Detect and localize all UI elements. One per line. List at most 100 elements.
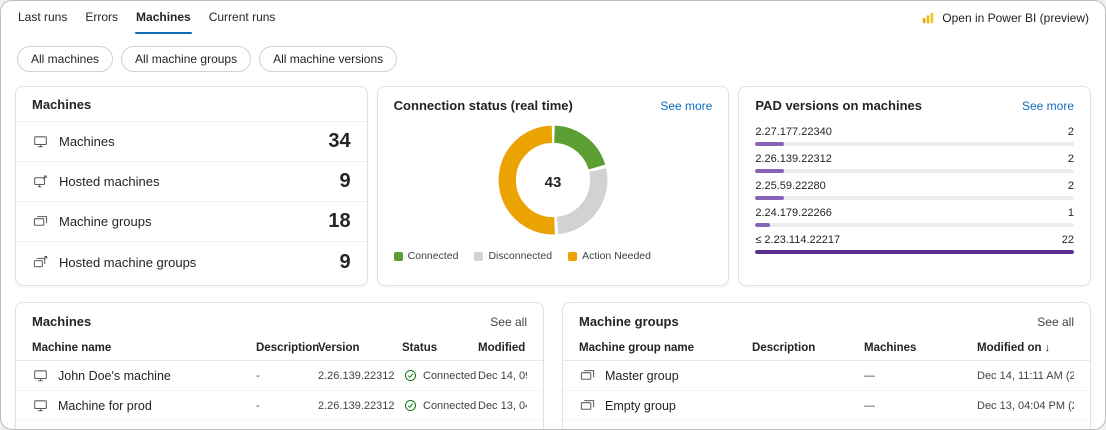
pad-version-label: 2.27.177.22340 bbox=[755, 126, 831, 138]
group-modified-on: Dec 14, 11:11 AM (2 h ago) bbox=[977, 370, 1074, 382]
machine-version: 2.26.139.22312 bbox=[318, 370, 402, 382]
table-row[interactable]: Master group — Dec 14, 11:11 AM (2 h ago… bbox=[563, 361, 1090, 391]
machine-group-icon bbox=[32, 214, 48, 229]
pad-version-count: 2 bbox=[1068, 126, 1074, 138]
machine-description: - bbox=[256, 400, 318, 412]
connection-legend: Connected Disconnected Action Needed bbox=[378, 246, 729, 262]
filter-bar: All machines All machine groups All mach… bbox=[1, 35, 1105, 76]
connection-donut-chart: 43 bbox=[492, 119, 614, 246]
column-header-description[interactable]: Description bbox=[752, 342, 864, 354]
summary-label: Machines bbox=[59, 134, 317, 149]
filter-all-machine-groups[interactable]: All machine groups bbox=[121, 46, 251, 72]
pad-version-row: 2.24.179.22266 1 bbox=[755, 207, 1074, 227]
open-in-power-bi-link[interactable]: Open in Power BI (preview) bbox=[920, 11, 1089, 25]
machines-see-all-link[interactable]: See all bbox=[490, 315, 527, 329]
legend-label: Action Needed bbox=[582, 250, 651, 262]
column-header-label: Modified on bbox=[977, 342, 1042, 354]
machine-status: Connected bbox=[402, 369, 478, 382]
pad-see-more-link[interactable]: See more bbox=[1022, 99, 1074, 113]
pad-version-count: 22 bbox=[1062, 234, 1074, 246]
connection-status-title: Connection status (real time) bbox=[394, 98, 573, 113]
pad-version-label: ≤ 2.23.114.22217 bbox=[755, 234, 840, 246]
machine-version: 2.26.139.22312 bbox=[318, 400, 402, 412]
column-header-modified-on[interactable]: Modified on↓ bbox=[478, 342, 527, 354]
cards-row: Machines Machines 34 Hosted machines 9 bbox=[1, 76, 1105, 286]
column-header-description[interactable]: Description bbox=[256, 342, 318, 354]
machine-name: John Doe's machine bbox=[58, 369, 171, 383]
donut-total-label: 43 bbox=[492, 119, 614, 246]
machine-icon bbox=[32, 134, 48, 149]
table-row[interactable]: Machine for prod - 2.26.139.22312 Connec… bbox=[16, 391, 543, 421]
column-header-machine-name[interactable]: Machine name bbox=[32, 342, 256, 354]
summary-value: 18 bbox=[328, 210, 350, 233]
machine-description: - bbox=[256, 370, 318, 382]
machines-table-card: Machines See all Machine name Descriptio… bbox=[15, 302, 544, 430]
tab-current-runs[interactable]: Current runs bbox=[200, 1, 285, 35]
summary-row-hosted-machine-groups: Hosted machine groups 9 bbox=[16, 242, 367, 282]
summary-label: Hosted machines bbox=[59, 174, 329, 189]
column-header-machine-group-name[interactable]: Machine group name bbox=[579, 342, 752, 354]
machine-groups-table-card: Machine groups See all Machine group nam… bbox=[562, 302, 1091, 430]
column-header-machines[interactable]: Machines bbox=[864, 342, 977, 354]
tab-errors[interactable]: Errors bbox=[76, 1, 127, 35]
tab-machines[interactable]: Machines bbox=[127, 1, 200, 35]
connected-check-icon bbox=[402, 369, 418, 382]
machine-group-icon bbox=[579, 368, 595, 383]
pad-bar-track bbox=[755, 250, 1074, 254]
filter-all-machine-versions[interactable]: All machine versions bbox=[259, 46, 397, 72]
group-machines-count: — bbox=[864, 400, 977, 412]
machine-status: Connected bbox=[402, 399, 478, 412]
pad-bar bbox=[755, 250, 1074, 254]
summary-row-hosted-machines: Hosted machines 9 bbox=[16, 162, 367, 202]
machine-groups-see-all-link[interactable]: See all bbox=[1037, 315, 1074, 329]
pad-versions-card: PAD versions on machines See more 2.27.1… bbox=[738, 86, 1091, 286]
hosted-machine-icon bbox=[32, 174, 48, 189]
pad-bar-track bbox=[755, 169, 1074, 173]
summary-row-machine-groups: Machine groups 18 bbox=[16, 202, 367, 242]
pad-bar-track bbox=[755, 142, 1074, 146]
tables-row: Machines See all Machine name Descriptio… bbox=[1, 286, 1105, 430]
machine-modified-on: Dec 14, 09:56 AM (4 bbox=[478, 370, 527, 382]
legend-swatch-connected bbox=[394, 252, 403, 261]
connection-see-more-link[interactable]: See more bbox=[660, 99, 712, 113]
pad-bar-track bbox=[755, 223, 1074, 227]
status-label: Connected bbox=[423, 400, 476, 412]
sort-descending-icon: ↓ bbox=[1045, 342, 1051, 354]
machine-icon bbox=[32, 398, 48, 413]
pad-bar bbox=[755, 142, 784, 146]
column-header-status[interactable]: Status bbox=[402, 342, 478, 354]
pad-version-count: 1 bbox=[1068, 207, 1074, 219]
machine-group-name: Empty group bbox=[605, 399, 676, 413]
table-row[interactable]: Empty group — Dec 13, 04:04 PM (22 h ago… bbox=[563, 391, 1090, 421]
machine-icon bbox=[32, 368, 48, 383]
summary-value: 9 bbox=[340, 170, 351, 193]
machine-group-icon bbox=[579, 398, 595, 413]
connected-check-icon bbox=[402, 399, 418, 412]
pad-version-row: ≤ 2.23.114.22217 22 bbox=[755, 234, 1074, 254]
summary-label: Hosted machine groups bbox=[59, 255, 329, 270]
machine-group-name: Master group bbox=[605, 369, 679, 383]
machine-groups-table-title: Machine groups bbox=[579, 314, 679, 329]
legend-item-action-needed: Action Needed bbox=[568, 250, 651, 262]
legend-item-connected: Connected bbox=[394, 250, 459, 262]
pad-bar bbox=[755, 223, 769, 227]
machines-summary-title: Machines bbox=[16, 87, 367, 122]
summary-value: 9 bbox=[340, 251, 351, 274]
machines-table-title: Machines bbox=[32, 314, 91, 329]
summary-label: Machine groups bbox=[59, 214, 317, 229]
machine-groups-table-header: Machine group name Description Machines … bbox=[563, 335, 1090, 361]
pad-version-count: 2 bbox=[1068, 180, 1074, 192]
status-label: Connected bbox=[423, 370, 476, 382]
tab-last-runs[interactable]: Last runs bbox=[9, 1, 76, 35]
column-header-version[interactable]: Version bbox=[318, 342, 402, 354]
legend-swatch-disconnected bbox=[474, 252, 483, 261]
summary-row-machines: Machines 34 bbox=[16, 122, 367, 162]
pad-version-label: 2.25.59.22280 bbox=[755, 180, 825, 192]
tab-bar: Last runs Errors Machines Current runs O… bbox=[1, 1, 1105, 35]
pad-version-label: 2.26.139.22312 bbox=[755, 153, 831, 165]
machines-table-header: Machine name Description Version Status … bbox=[16, 335, 543, 361]
column-header-modified-on[interactable]: Modified on↓ bbox=[977, 342, 1074, 354]
table-row[interactable]: John Doe's machine - 2.26.139.22312 Conn… bbox=[16, 361, 543, 391]
filter-all-machines[interactable]: All machines bbox=[17, 46, 113, 72]
machine-name: Machine for prod bbox=[58, 399, 152, 413]
